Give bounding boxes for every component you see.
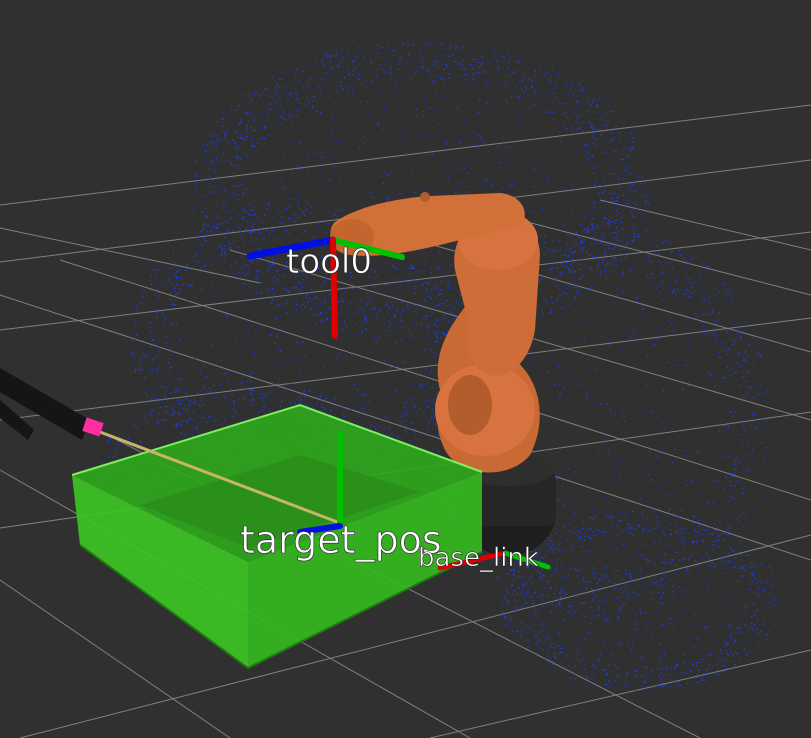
scene-canvas[interactable]: tool0 target_pos base_link — [0, 0, 811, 738]
base-link-label: base_link — [418, 543, 539, 573]
target-pos-label: target_pos — [240, 518, 442, 562]
tool0-label: tool0 — [286, 242, 372, 282]
3d-viewport[interactable]: tool0 target_pos base_link — [0, 0, 811, 738]
